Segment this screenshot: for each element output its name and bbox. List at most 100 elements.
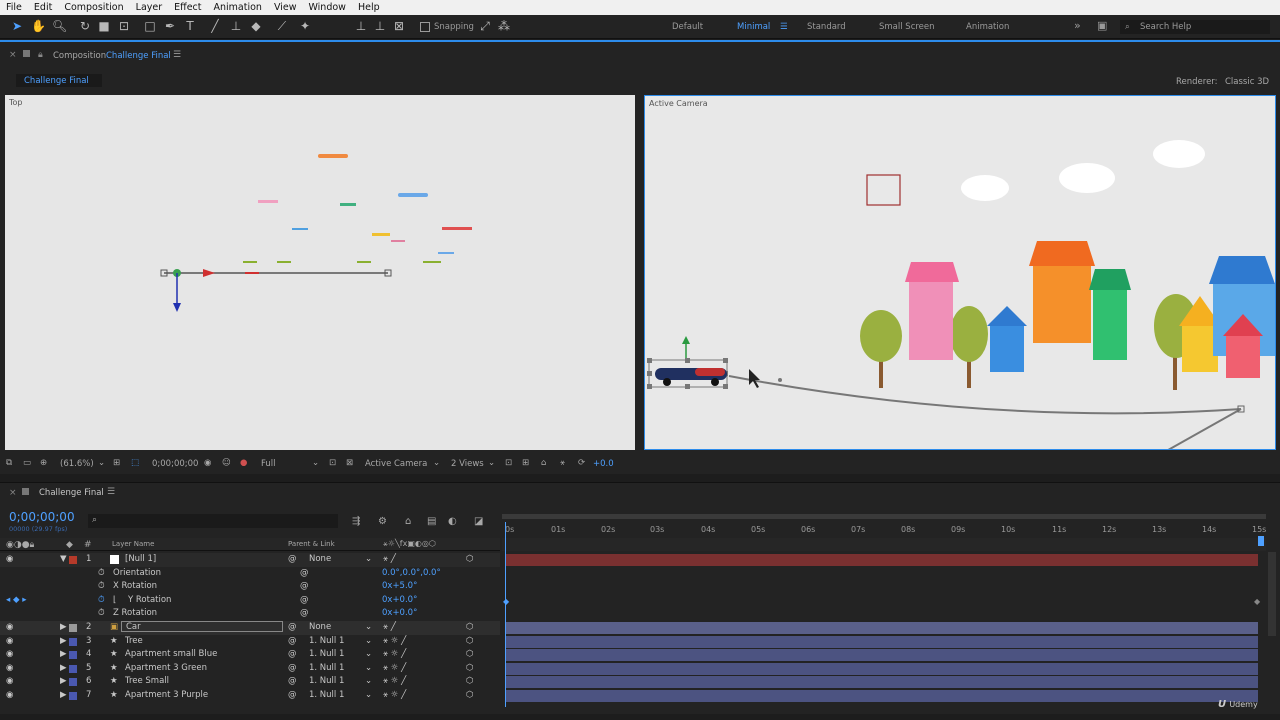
layer-switches-icon[interactable]: ⚹ ☼ ╱ xyxy=(383,690,406,700)
expand-icon[interactable]: ▶ xyxy=(60,663,67,673)
expand-icon[interactable]: ▶ xyxy=(60,676,67,686)
layer-name[interactable]: Apartment small Blue xyxy=(125,649,217,659)
camera-tool-icon[interactable]: ■ xyxy=(97,19,111,33)
graph-editor-icon[interactable]: ◪ xyxy=(474,516,483,527)
type-tool-icon[interactable]: T xyxy=(183,19,197,33)
parent-value[interactable]: None xyxy=(309,554,331,564)
parent-dropdown-icon[interactable]: ⌄ xyxy=(365,554,372,564)
panel-menu-icon[interactable]: ☰ xyxy=(173,50,181,60)
eye-icon[interactable]: ◉ xyxy=(6,649,13,659)
eraser-tool-icon[interactable]: ◆ xyxy=(249,19,263,33)
layer-row[interactable]: ◉ ▶ 2 ▣ Car @ None ⌄ ⚹ ╱ ⬡ xyxy=(0,621,500,635)
timeline-icon[interactable]: ⌂ xyxy=(541,458,546,468)
close-timeline-icon[interactable]: × xyxy=(9,488,17,498)
world-axis-icon[interactable]: ⊥ xyxy=(373,19,387,33)
mask-visibility-icon[interactable]: ⊕ xyxy=(40,458,47,468)
comp-mini-flowchart-icon[interactable]: ⇶ xyxy=(352,516,360,527)
expand-icon[interactable]: ▶ xyxy=(60,622,67,632)
hand-tool-icon[interactable]: ✋ xyxy=(31,19,46,33)
roto-brush-tool-icon[interactable]: ⟋ xyxy=(275,19,289,33)
expand-icon[interactable]: ▶ xyxy=(60,649,67,659)
snap-option-icon[interactable]: ⤢ xyxy=(478,19,492,33)
rotation-tool-icon[interactable]: ↻ xyxy=(78,19,92,33)
menu-animation[interactable]: Animation xyxy=(208,2,268,13)
pickwhip-icon[interactable]: @ xyxy=(288,690,297,700)
layer-bar[interactable] xyxy=(506,690,1258,702)
eye-icon[interactable]: ◉ xyxy=(6,554,13,564)
workspace-default[interactable]: Default xyxy=(672,22,703,32)
graph-icon[interactable]: ⌊ xyxy=(113,595,116,605)
null-layer-bar[interactable] xyxy=(506,554,1258,566)
layer-name-header[interactable]: Layer Name xyxy=(112,540,154,548)
label-color-swatch[interactable] xyxy=(69,692,77,700)
composition-name[interactable]: Challenge Final xyxy=(106,51,171,61)
pickwhip-icon[interactable]: @ xyxy=(300,568,309,578)
menu-effect[interactable]: Effect xyxy=(168,2,207,13)
camera-dropdown-icon[interactable]: ⌄ xyxy=(433,458,440,468)
search-help-field[interactable]: ⌕ Search Help xyxy=(1120,20,1270,34)
resolution-value[interactable]: Full xyxy=(261,459,276,469)
local-axis-icon[interactable]: ⊥ xyxy=(354,19,368,33)
layer-switches-icon[interactable]: ⚹ ☼ ╱ xyxy=(383,649,406,659)
layer-bar[interactable] xyxy=(506,663,1258,675)
timeline-tab[interactable]: Challenge Final xyxy=(39,488,104,498)
close-panel-icon[interactable]: × xyxy=(9,50,17,60)
views-dropdown-icon[interactable]: ⌄ xyxy=(488,458,495,468)
brush-tool-icon[interactable]: ╱ xyxy=(208,19,222,33)
puppet-tool-icon[interactable]: ✦ xyxy=(298,19,312,33)
layer-name[interactable]: Apartment 3 Green xyxy=(125,663,207,673)
region-icon[interactable]: ⊞ xyxy=(113,458,120,468)
menu-edit[interactable]: Edit xyxy=(28,2,58,13)
layer-name[interactable]: Apartment 3 Purple xyxy=(125,690,208,700)
pen-tool-icon[interactable]: ✒ xyxy=(163,19,177,33)
label-color-swatch[interactable] xyxy=(69,556,77,564)
property-value[interactable]: 0x+0.0° xyxy=(382,608,417,618)
layer-switches-icon[interactable]: ⚹ ☼ ╱ xyxy=(383,663,406,673)
3d-layer-icon[interactable]: ⬡ xyxy=(466,690,473,700)
active-camera-view[interactable]: Active Camera xyxy=(644,95,1276,450)
3d-layer-icon[interactable]: ⬡ xyxy=(466,663,473,673)
menu-view[interactable]: View xyxy=(268,2,303,13)
color-channel-icon[interactable]: ● xyxy=(240,458,247,468)
motion-blur-icon[interactable]: ◐ xyxy=(448,516,457,527)
3d-layer-icon[interactable]: ⬡ xyxy=(466,676,473,686)
label-color-swatch[interactable] xyxy=(69,638,77,646)
parent-dropdown-icon[interactable]: ⌄ xyxy=(365,649,372,659)
pickwhip-icon[interactable]: @ xyxy=(288,649,297,659)
expand-icon[interactable]: ▶ xyxy=(60,690,67,700)
3d-layer-icon[interactable]: ⬡ xyxy=(466,622,473,632)
expand-icon[interactable]: ▼ xyxy=(60,554,67,564)
viewer-time[interactable]: 0;00;00;00 xyxy=(152,459,198,469)
layer-switches-icon[interactable]: ⚹ ☼ ╱ xyxy=(383,676,406,686)
parent-value[interactable]: 1. Null 1 xyxy=(309,663,344,673)
layer-search-input[interactable]: ⌕ xyxy=(88,514,338,528)
work-area-bar[interactable] xyxy=(502,514,1266,519)
layer-bar[interactable] xyxy=(506,676,1258,688)
label-color-swatch[interactable] xyxy=(69,678,77,686)
clone-stamp-tool-icon[interactable]: ⊥ xyxy=(229,19,243,33)
always-preview-icon[interactable]: ⧉ xyxy=(6,458,12,468)
layer-row[interactable]: ◉ ▼ 1 [Null 1] @ None ⌄ ⚹ ╱ ⬡ xyxy=(0,553,500,567)
layer-name[interactable]: Tree Small xyxy=(125,676,169,686)
layer-row[interactable]: ◉ ▶ 3 ★ Tree @ 1. Null 1 ⌄ ⚹ ☼ ╱ ⬡ xyxy=(0,635,500,649)
layer-bar[interactable] xyxy=(506,649,1258,661)
parent-value[interactable]: 1. Null 1 xyxy=(309,649,344,659)
layer-switches-icon[interactable]: ⚹ ╱ xyxy=(383,554,396,564)
parent-dropdown-icon[interactable]: ⌄ xyxy=(365,690,372,700)
stopwatch-active-icon[interactable]: ⏱︎ xyxy=(98,595,105,605)
parent-value[interactable]: 1. Null 1 xyxy=(309,636,344,646)
layer-row[interactable]: ◉ ▶ 6 ★ Tree Small @ 1. Null 1 ⌄ ⚹ ☼ ╱ ⬡ xyxy=(0,675,500,689)
views-layout-value[interactable]: 2 Views xyxy=(451,459,484,469)
parent-link-header[interactable]: Parent & Link xyxy=(288,540,335,548)
monitor-icon[interactable]: ▭ xyxy=(23,458,31,468)
property-value[interactable]: 0.0°,0.0°,0.0° xyxy=(382,568,441,578)
flowchart-icon[interactable]: ⚹ xyxy=(560,458,565,468)
layer-bar[interactable] xyxy=(506,636,1258,648)
parent-dropdown-icon[interactable]: ⌄ xyxy=(365,663,372,673)
snapshot-icon[interactable]: ◉ xyxy=(204,458,211,468)
label-color-swatch[interactable] xyxy=(69,651,77,659)
layer-name[interactable]: [Null 1] xyxy=(125,554,156,564)
composition-tab[interactable]: Challenge Final xyxy=(16,74,102,87)
3d-layer-icon[interactable]: ⬡ xyxy=(466,554,473,564)
sync-settings-icon[interactable]: ▣ xyxy=(1097,19,1107,32)
